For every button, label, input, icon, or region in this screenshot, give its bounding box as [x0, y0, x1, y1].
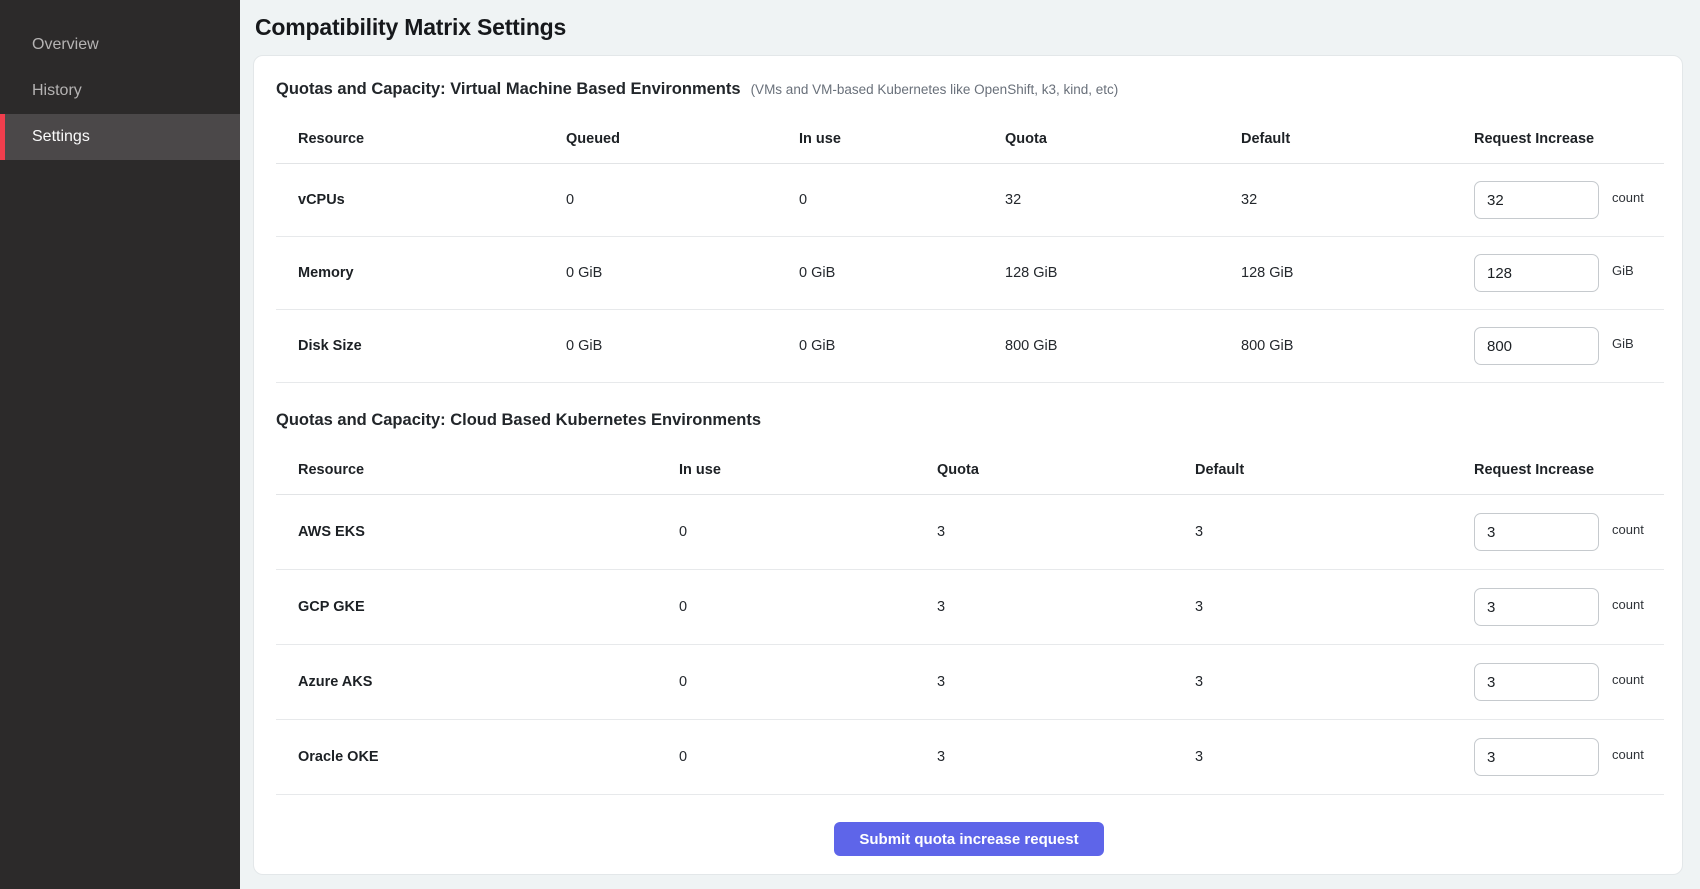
table-row: Azure AKS033count [276, 645, 1664, 720]
value-cell: 0 [657, 645, 915, 720]
request-increase-input-group: count [1474, 181, 1664, 219]
resource-cell: vCPUs [276, 164, 544, 237]
section-heading: Quotas and Capacity: Virtual Machine Bas… [276, 80, 1662, 99]
resource-cell: Oracle OKE [276, 720, 657, 795]
value-cell: 800 GiB [1219, 310, 1452, 383]
unit-label: count [1612, 597, 1644, 612]
table-row: Disk Size0 GiB0 GiB800 GiB800 GiBGiB [276, 310, 1664, 383]
request-increase-input-group: GiB [1474, 254, 1664, 292]
section-subtitle: (VMs and VM-based Kubernetes like OpenSh… [751, 82, 1119, 97]
quota-table: ResourceIn useQuotaDefaultRequest Increa… [276, 434, 1664, 795]
settings-card: Quotas and Capacity: Virtual Machine Bas… [253, 55, 1683, 875]
quota-table: ResourceQueuedIn useQuotaDefaultRequest … [276, 103, 1664, 383]
value-cell: 3 [1173, 645, 1452, 720]
value-cell: 0 GiB [544, 237, 777, 310]
value-cell: 0 [657, 720, 915, 795]
unit-label: GiB [1612, 263, 1634, 278]
value-cell: 32 [983, 164, 1219, 237]
main-content: Compatibility Matrix Settings Quotas and… [240, 0, 1700, 889]
sidebar-item-settings[interactable]: Settings [0, 114, 240, 160]
resource-cell: Disk Size [276, 310, 544, 383]
value-cell: 3 [1173, 720, 1452, 795]
value-cell: 0 [657, 495, 915, 570]
section-title: Quotas and Capacity: Cloud Based Kuberne… [276, 411, 761, 430]
value-cell: 3 [1173, 570, 1452, 645]
request-increase-cell: count [1452, 720, 1664, 795]
unit-label: count [1612, 522, 1644, 537]
request-increase-input-group: count [1474, 738, 1664, 776]
request-increase-input-group: count [1474, 588, 1664, 626]
request-increase-input-group: count [1474, 663, 1664, 701]
request-increase-input[interactable] [1474, 513, 1599, 551]
value-cell: 128 GiB [1219, 237, 1452, 310]
request-increase-cell: GiB [1452, 237, 1664, 310]
request-increase-cell: GiB [1452, 310, 1664, 383]
submit-quota-increase-button[interactable]: Submit quota increase request [834, 822, 1103, 856]
value-cell: 800 GiB [983, 310, 1219, 383]
column-header: Request Increase [1452, 103, 1664, 164]
table-header-row: ResourceQueuedIn useQuotaDefaultRequest … [276, 103, 1664, 164]
value-cell: 3 [915, 495, 1173, 570]
value-cell: 3 [915, 570, 1173, 645]
value-cell: 0 GiB [777, 237, 983, 310]
column-header: Default [1219, 103, 1452, 164]
column-header: Quota [983, 103, 1219, 164]
table-row: GCP GKE033count [276, 570, 1664, 645]
request-increase-input-group: count [1474, 513, 1664, 551]
request-increase-input[interactable] [1474, 181, 1599, 219]
request-increase-cell: count [1452, 164, 1664, 237]
request-increase-input[interactable] [1474, 588, 1599, 626]
column-header: Resource [276, 434, 657, 495]
value-cell: 0 [544, 164, 777, 237]
resource-cell: Memory [276, 237, 544, 310]
column-header: Request Increase [1452, 434, 1664, 495]
table-row: vCPUs003232count [276, 164, 1664, 237]
value-cell: 32 [1219, 164, 1452, 237]
unit-label: count [1612, 672, 1644, 687]
request-increase-input[interactable] [1474, 254, 1599, 292]
value-cell: 0 [657, 570, 915, 645]
resource-cell: GCP GKE [276, 570, 657, 645]
value-cell: 3 [915, 645, 1173, 720]
request-increase-input-group: GiB [1474, 327, 1664, 365]
unit-label: count [1612, 747, 1644, 762]
value-cell: 0 GiB [544, 310, 777, 383]
section-heading: Quotas and Capacity: Cloud Based Kuberne… [276, 411, 1662, 430]
column-header: Quota [915, 434, 1173, 495]
sidebar-item-history[interactable]: History [0, 68, 240, 114]
table-row: Memory0 GiB0 GiB128 GiB128 GiBGiB [276, 237, 1664, 310]
column-header: In use [657, 434, 915, 495]
resource-cell: AWS EKS [276, 495, 657, 570]
section-title: Quotas and Capacity: Virtual Machine Bas… [276, 80, 741, 99]
sidebar-item-overview[interactable]: Overview [0, 22, 240, 68]
value-cell: 3 [915, 720, 1173, 795]
value-cell: 128 GiB [983, 237, 1219, 310]
table-row: Oracle OKE033count [276, 720, 1664, 795]
value-cell: 0 [777, 164, 983, 237]
table-row: AWS EKS033count [276, 495, 1664, 570]
table-header-row: ResourceIn useQuotaDefaultRequest Increa… [276, 434, 1664, 495]
column-header: Default [1173, 434, 1452, 495]
request-increase-cell: count [1452, 495, 1664, 570]
unit-label: GiB [1612, 336, 1634, 351]
request-increase-input[interactable] [1474, 663, 1599, 701]
unit-label: count [1612, 190, 1644, 205]
resource-cell: Azure AKS [276, 645, 657, 720]
sidebar: OverviewHistorySettings [0, 0, 240, 889]
request-increase-cell: count [1452, 645, 1664, 720]
request-increase-input[interactable] [1474, 738, 1599, 776]
value-cell: 3 [1173, 495, 1452, 570]
value-cell: 0 GiB [777, 310, 983, 383]
page-title: Compatibility Matrix Settings [255, 14, 1683, 41]
column-header: Resource [276, 103, 544, 164]
column-header: In use [777, 103, 983, 164]
request-increase-input[interactable] [1474, 327, 1599, 365]
column-header: Queued [544, 103, 777, 164]
button-row: Submit quota increase request [276, 822, 1662, 856]
request-increase-cell: count [1452, 570, 1664, 645]
